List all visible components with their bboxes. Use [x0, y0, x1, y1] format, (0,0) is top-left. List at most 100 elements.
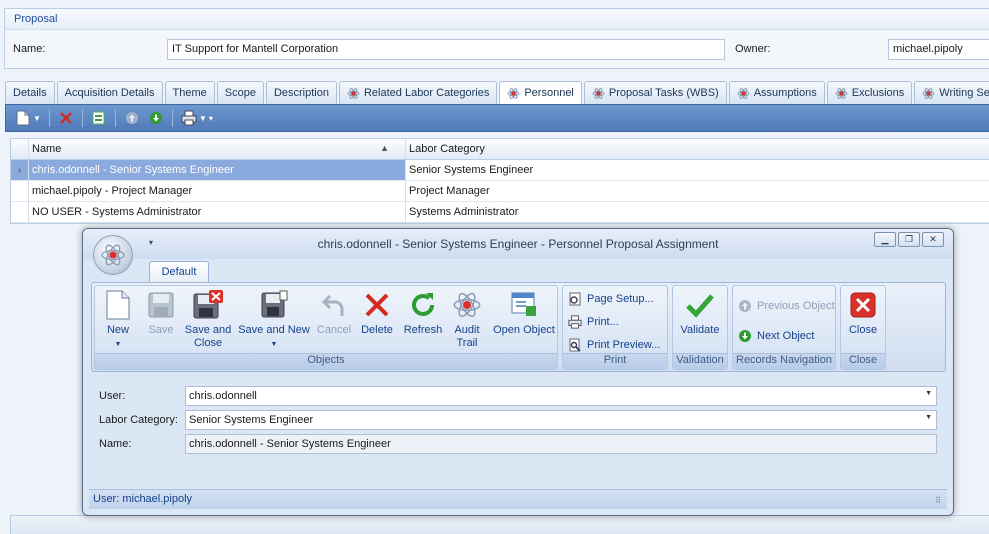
labor-category-dropdown-icon[interactable]: ▼	[925, 414, 932, 421]
toolbar-overflow-icon[interactable]: ▾	[209, 114, 213, 123]
resize-grip-icon[interactable]: ⠿	[935, 496, 941, 505]
ribbon-group-close: Close Close	[840, 285, 886, 370]
sort-ascending-icon: ▲	[380, 143, 389, 153]
atom-icon	[592, 88, 605, 99]
grid-toolbar: ▼ ▼ ▾	[5, 104, 989, 132]
tab-personnel[interactable]: Personnel	[499, 81, 582, 105]
tab-theme[interactable]: Theme	[164, 81, 215, 104]
column-header-name[interactable]: Name ▲	[29, 139, 406, 159]
new-button[interactable]: New ▼	[99, 289, 137, 351]
tab-related-labor-categories[interactable]: Related Labor Categories	[338, 81, 498, 104]
grid-header: Name ▲ Labor Category	[11, 139, 989, 160]
row-indicator-icon: ›	[11, 160, 29, 180]
print-preview-icon	[569, 338, 581, 352]
user-dropdown-icon[interactable]: ▼	[925, 390, 932, 397]
save-and-new-button[interactable]: Save and New ▼	[237, 289, 311, 351]
save-and-close-icon	[192, 289, 224, 321]
close-button[interactable]: Close	[844, 289, 882, 337]
new-document-icon	[102, 289, 134, 321]
tab-proposal-tasks-wbs[interactable]: Proposal Tasks (WBS)	[583, 81, 727, 104]
table-row[interactable]: NO USER - Systems Administrator Systems …	[11, 202, 989, 223]
restore-button[interactable]: ❐	[898, 232, 920, 247]
refresh-icon	[407, 289, 439, 321]
save-icon	[145, 289, 177, 321]
refresh-button[interactable]: Refresh	[401, 289, 445, 337]
proposal-group-header: Proposal	[4, 8, 989, 30]
ribbon-group-label-validation: Validation	[673, 353, 727, 369]
move-down-icon[interactable]	[145, 107, 167, 129]
cancel-button[interactable]: Cancel	[315, 289, 353, 337]
save-button[interactable]: Save	[143, 289, 179, 337]
dialog-title: chris.odonnell - Senior Systems Engineer…	[83, 229, 953, 259]
print-icon[interactable]	[178, 107, 200, 129]
save-and-new-dropdown-icon: ▼	[270, 341, 278, 348]
proposal-owner-label: Owner:	[735, 43, 771, 55]
validate-button[interactable]: Validate	[677, 289, 723, 337]
tab-description[interactable]: Description	[265, 81, 337, 104]
atom-icon	[922, 88, 935, 99]
delete-icon[interactable]	[55, 107, 77, 129]
ribbon-group-label-objects: Objects	[95, 353, 557, 369]
ribbon-group-objects: New ▼ Save Save and Close Save and New ▼…	[94, 285, 558, 370]
proposal-group-title: Proposal	[14, 13, 58, 25]
detail-tabs: Details Acquisition Details Theme Scope Desc…	[5, 81, 989, 105]
status-bar: User: michael.pipoly ⠿	[89, 489, 947, 509]
next-object-button[interactable]: Next Object	[738, 329, 814, 343]
assignment-form: User: chris.odonnell ▼ Labor Category: S…	[91, 377, 946, 485]
tab-writing-sect[interactable]: Writing Sect	[914, 81, 989, 104]
quick-access-dropdown-icon[interactable]: ▾	[149, 238, 153, 247]
proposal-name-field[interactable]: IT Support for Mantell Corporation	[167, 39, 725, 60]
proposal-name-label: Name:	[13, 43, 46, 55]
atom-icon	[835, 88, 848, 99]
ribbon-group-label-records-navigation: Records Navigation	[733, 353, 835, 369]
grid-footer	[10, 515, 989, 534]
tab-details[interactable]: Details	[5, 81, 55, 104]
open-object-button[interactable]: Open Object	[491, 289, 557, 337]
delete-x-icon	[361, 289, 393, 321]
tab-acquisition-details[interactable]: Acquisition Details	[56, 81, 163, 104]
ribbon-tab-default[interactable]: Default	[149, 261, 209, 283]
atom-icon	[507, 88, 520, 99]
column-header-labor-category[interactable]: Labor Category	[406, 139, 989, 159]
open-object-icon	[508, 289, 540, 321]
ribbon-tabs: Default	[89, 259, 947, 283]
tab-assumptions[interactable]: Assumptions	[728, 81, 825, 104]
printer-icon	[568, 315, 582, 329]
name-field[interactable]: chris.odonnell - Senior Systems Engineer	[185, 434, 937, 454]
move-up-icon[interactable]	[121, 107, 143, 129]
save-and-close-button[interactable]: Save and Close	[183, 289, 233, 350]
name-label: Name:	[99, 438, 132, 450]
labor-category-combobox[interactable]: Senior Systems Engineer ▼	[185, 410, 937, 430]
new-icon[interactable]	[12, 107, 34, 129]
ribbon: New ▼ Save Save and Close Save and New ▼…	[91, 282, 946, 372]
ribbon-group-records-navigation: Previous Object Next Object Records Navi…	[732, 285, 836, 370]
table-row[interactable]: michael.pipoly - Project Manager Project…	[11, 181, 989, 202]
tab-scope[interactable]: Scope	[216, 81, 264, 104]
atom-icon	[101, 244, 125, 266]
delete-button[interactable]: Delete	[357, 289, 397, 337]
audit-trail-button[interactable]: Audit Trail	[447, 289, 487, 350]
table-row[interactable]: › chris.odonnell - Senior Systems Engine…	[11, 160, 989, 181]
page-setup-button[interactable]: Page Setup...	[568, 292, 654, 306]
next-arrow-icon	[739, 330, 751, 342]
user-combobox[interactable]: chris.odonnell ▼	[185, 386, 937, 406]
atom-icon	[347, 88, 360, 99]
minimize-button[interactable]: ▁	[874, 232, 896, 247]
checkmark-icon	[684, 289, 716, 321]
user-label: User:	[99, 390, 126, 402]
print-button[interactable]: Print...	[568, 315, 619, 329]
status-user-text: User: michael.pipoly	[93, 493, 193, 505]
proposal-owner-field[interactable]: michael.pipoly	[888, 39, 989, 60]
export-icon[interactable]	[88, 107, 110, 129]
application-menu-button[interactable]	[93, 235, 133, 275]
audit-atom-icon	[451, 289, 483, 321]
new-dropdown-arrow-icon[interactable]: ▼	[33, 114, 41, 123]
save-and-new-icon	[258, 289, 290, 321]
page-setup-icon	[569, 292, 581, 306]
print-preview-button[interactable]: Print Preview...	[568, 338, 660, 352]
previous-object-button[interactable]: Previous Object	[738, 299, 835, 313]
ribbon-group-label-print: Print	[563, 353, 667, 369]
print-dropdown-arrow-icon[interactable]: ▼	[199, 114, 207, 123]
tab-exclusions[interactable]: Exclusions	[826, 81, 913, 104]
close-window-button[interactable]: ✕	[922, 232, 944, 247]
